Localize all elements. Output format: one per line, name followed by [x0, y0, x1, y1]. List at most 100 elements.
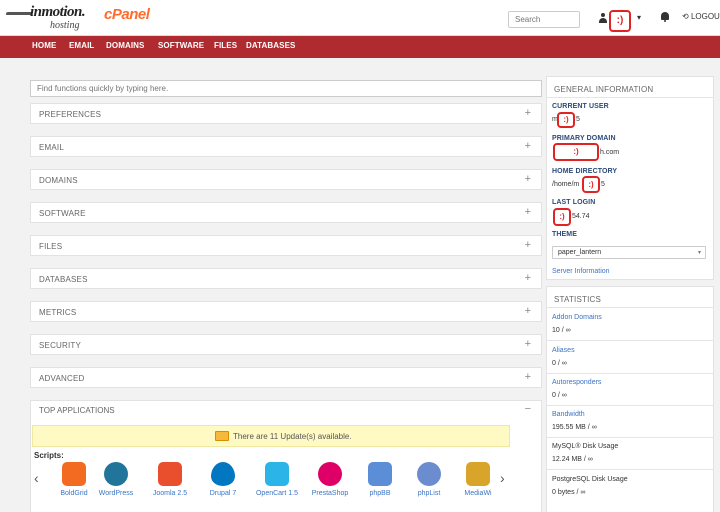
nav-databases[interactable]: DATABASES: [246, 41, 296, 50]
group-software[interactable]: SOFTWARE +: [30, 202, 542, 223]
app-label: phpBB: [369, 490, 391, 497]
expand-plus-icon[interactable]: +: [525, 305, 531, 317]
expand-plus-icon[interactable]: +: [525, 371, 531, 383]
app-phpbb[interactable]: phpBB: [354, 462, 410, 508]
nav-domains[interactable]: DOMAINS: [106, 41, 144, 50]
group-label: METRICS: [39, 308, 77, 317]
expand-plus-icon[interactable]: +: [525, 107, 531, 119]
group-advanced[interactable]: ADVANCED +: [30, 367, 542, 388]
divider: [546, 405, 714, 406]
scripts-label: Scripts:: [34, 451, 64, 460]
expand-plus-icon[interactable]: +: [525, 338, 531, 350]
inmotion-hosting-logo[interactable]: inmotion. hosting: [5, 4, 90, 32]
boldgrid-icon: [62, 462, 86, 486]
cpanel-logo[interactable]: cPanel: [104, 6, 150, 23]
group-label: PREFERENCES: [39, 110, 102, 119]
group-domains[interactable]: DOMAINS +: [30, 169, 542, 190]
group-databases[interactable]: DATABASES +: [30, 268, 542, 289]
stat-addon-domains-label[interactable]: Addon Domains: [552, 314, 602, 321]
group-metrics[interactable]: METRICS +: [30, 301, 542, 322]
header-search-input[interactable]: [509, 12, 579, 27]
top-applications-title: TOP APPLICATIONS: [39, 406, 115, 415]
app-label: Joomla 2.5: [152, 490, 188, 497]
divider: [546, 307, 714, 308]
app-wordpress[interactable]: WordPress: [90, 462, 146, 508]
home-directory-value-start: /home/m: [552, 181, 580, 188]
theme-select[interactable]: paper_lantern ▾: [552, 246, 706, 259]
updates-available-banner[interactable]: There are 11 Update(s) available.: [32, 425, 510, 447]
header-search[interactable]: [508, 11, 580, 28]
app-opencart[interactable]: OpenCart 1.5: [251, 462, 307, 508]
function-finder-input[interactable]: [31, 81, 541, 96]
server-information-link[interactable]: Server Information: [552, 268, 610, 275]
group-label: EMAIL: [39, 143, 65, 152]
statistics-title: STATISTICS: [554, 295, 602, 304]
username-redacted-badge[interactable]: :): [609, 10, 631, 32]
theme-select-value: paper_lantern: [558, 249, 602, 256]
nav-email[interactable]: EMAIL: [69, 41, 94, 50]
logout-button[interactable]: ⟲ LOGOUT: [682, 12, 720, 21]
app-label: phpList: [417, 490, 441, 497]
app-label: MediaWi: [464, 490, 492, 497]
app-label: Drupal 7: [209, 490, 237, 497]
divider: [546, 97, 714, 98]
expand-plus-icon[interactable]: +: [525, 140, 531, 152]
updates-available-text[interactable]: There are 11 Update(s) available.: [233, 432, 352, 441]
logo-swoosh-icon: [5, 12, 33, 15]
group-label: ADVANCED: [39, 374, 85, 383]
scripts-prev-arrow-icon[interactable]: ‹: [34, 470, 39, 486]
app-mediawiki[interactable]: MediaWi: [452, 462, 508, 508]
prestashop-icon: [318, 462, 342, 486]
collapse-minus-icon[interactable]: −: [525, 403, 531, 415]
expand-plus-icon[interactable]: +: [525, 272, 531, 284]
logout-label: LOGOUT: [690, 12, 720, 21]
app-phplist[interactable]: phpList: [403, 462, 459, 508]
current-user-redacted: :): [557, 112, 575, 128]
group-security[interactable]: SECURITY +: [30, 334, 542, 355]
nav-home[interactable]: HOME: [32, 41, 56, 50]
app-label: PrestaShop: [311, 490, 349, 497]
theme-chevron-down-icon: ▾: [697, 250, 701, 256]
notifications-bell-icon[interactable]: [660, 12, 670, 23]
stat-mysql-disk-label: MySQL® Disk Usage: [552, 443, 619, 450]
current-user-label: CURRENT USER: [552, 103, 609, 110]
logo-sub-text: hosting: [50, 20, 80, 31]
group-label: DATABASES: [39, 275, 88, 284]
logo-brand-text: inmotion.: [30, 4, 86, 20]
divider: [546, 373, 714, 374]
stat-addon-domains-value: 10 / ∞: [552, 327, 571, 334]
stat-bandwidth-label[interactable]: Bandwidth: [552, 411, 585, 418]
group-label: DOMAINS: [39, 176, 78, 185]
app-label: OpenCart 1.5: [255, 490, 299, 497]
joomla-icon: [158, 462, 182, 486]
mediawiki-icon: [466, 462, 490, 486]
stat-mysql-disk-value: 12.24 MB / ∞: [552, 456, 593, 463]
expand-plus-icon[interactable]: +: [525, 239, 531, 251]
expand-plus-icon[interactable]: +: [525, 206, 531, 218]
function-finder[interactable]: [30, 80, 542, 97]
last-login-redacted: :): [553, 208, 571, 226]
stat-autoresponders-label[interactable]: Autoresponders: [552, 379, 601, 386]
drupal-icon: [211, 462, 235, 486]
app-joomla[interactable]: Joomla 2.5: [144, 462, 200, 508]
stat-aliases-label[interactable]: Aliases: [552, 347, 575, 354]
app-drupal[interactable]: Drupal 7: [197, 462, 253, 508]
expand-plus-icon[interactable]: +: [525, 173, 531, 185]
primary-domain-value-end: h.com: [600, 149, 620, 156]
divider: [546, 437, 714, 438]
group-email[interactable]: EMAIL +: [30, 136, 542, 157]
current-user-value-end: 5: [576, 116, 580, 123]
user-icon[interactable]: [598, 13, 608, 23]
update-package-icon: [215, 431, 229, 441]
nav-files[interactable]: FILES: [214, 41, 237, 50]
group-files[interactable]: FILES +: [30, 235, 542, 256]
app-label: WordPress: [98, 490, 134, 497]
last-login-value-end: 54.74: [572, 213, 590, 220]
home-directory-label: HOME DIRECTORY: [552, 168, 618, 175]
phplist-icon: [417, 462, 441, 486]
user-menu-chevron-down-icon[interactable]: ▾: [637, 13, 641, 22]
group-preferences[interactable]: PREFERENCES +: [30, 103, 542, 124]
app-prestashop[interactable]: PrestaShop: [304, 462, 360, 508]
opencart-icon: [265, 462, 289, 486]
nav-software[interactable]: SOFTWARE: [158, 41, 204, 50]
